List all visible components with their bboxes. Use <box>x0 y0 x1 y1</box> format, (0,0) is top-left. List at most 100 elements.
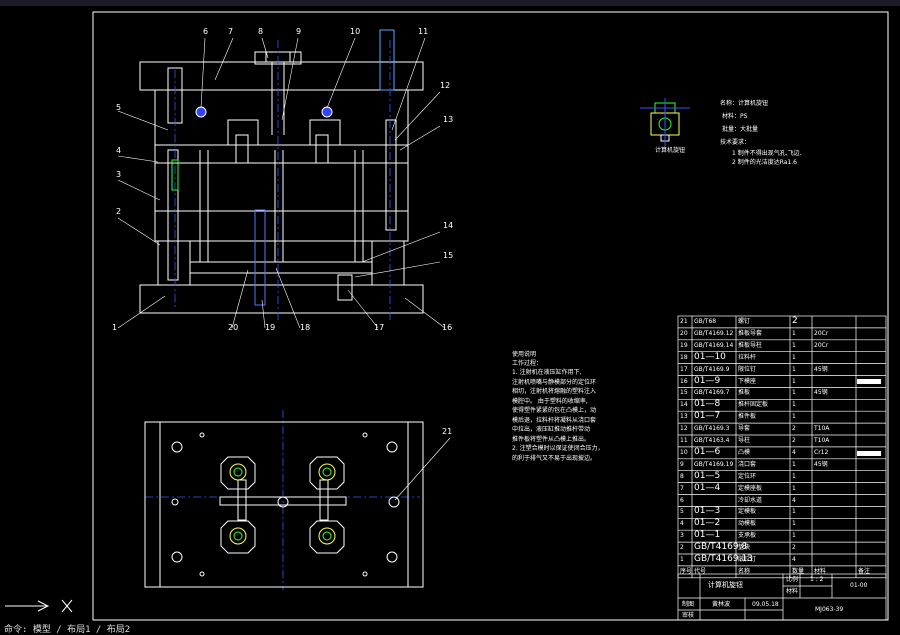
material-label: 材料 <box>786 588 799 595</box>
part-label-14: 14 <box>443 221 454 230</box>
bom-cell-name: 浇口套 <box>738 460 757 468</box>
bom-cell-code: 01—10 <box>694 351 726 362</box>
bom-cell-code: GB/T4169.7 <box>694 389 730 397</box>
bom-cell-qty: 1 <box>792 365 796 373</box>
bom-cell-name: 凸模 <box>738 448 751 456</box>
bom-cell-qty: 1 <box>792 520 796 528</box>
bom-cell-qty: 4 <box>792 448 796 456</box>
cavity-br <box>309 520 345 554</box>
bom-cell-mat: Cr12 <box>814 448 829 456</box>
part-label-19: 19 <box>265 323 276 332</box>
bom-cell-qty: 1 <box>792 484 796 492</box>
part-material: 材料：PS <box>722 113 748 120</box>
part-label-17: 17 <box>374 323 385 332</box>
bom-cell-name: 限位钉 <box>738 556 757 563</box>
part-label-1: 1 <box>112 323 118 332</box>
scale-label: 比例 <box>786 576 799 583</box>
bom-cell-code: 01—7 <box>694 411 721 422</box>
bom-cell-code: 01—9 <box>694 375 721 386</box>
bom-cell-name: 定模板 <box>738 508 757 516</box>
bom-cell-qty: 1 <box>792 532 796 540</box>
bom-cell-code: GB/T4163.4 <box>694 437 730 444</box>
part-label-18: 18 <box>300 323 311 332</box>
bom-cell-mat: 45钢 <box>814 389 828 397</box>
bom-cell-mat: 材料 <box>814 567 827 575</box>
bom-cell-qty: 1 <box>792 413 796 421</box>
usage-line: 模腔中。 由于塑料的收缩率, <box>512 397 588 405</box>
part-label-6: 6 <box>203 27 209 36</box>
bom-marker-10 <box>857 451 881 456</box>
bom-cell-no: 5 <box>680 508 684 516</box>
bottom-clamp-plate <box>139 284 424 314</box>
part-label-12: 12 <box>440 81 451 90</box>
bom-cell-name: 冷却水道 <box>738 496 763 504</box>
usage-line: 1. 注射机在液压缸作用下, <box>512 369 582 376</box>
bom-cell-qty: 1 <box>792 353 796 361</box>
bom-cell-note: 备注 <box>858 567 871 575</box>
bom-cell-no: 14 <box>680 401 688 409</box>
bom-marker-16 <box>857 379 881 384</box>
bom-cell-mat: T10A <box>814 437 830 444</box>
bom-cell-no: 4 <box>680 520 684 528</box>
cavity-tr <box>309 456 345 490</box>
bom-cell-no: 19 <box>680 341 688 349</box>
usage-line: 推件板将塑件从凸模上推出。 <box>512 435 591 443</box>
bom-cell-no: 20 <box>680 329 688 337</box>
center-lines <box>145 40 420 590</box>
bom-cell-no: 16 <box>680 377 688 385</box>
bom-cell-code: 01—1 <box>694 530 721 541</box>
bom-cell-qty: 1 <box>792 472 796 480</box>
drawn-by: 黄林波 <box>712 601 731 608</box>
bom-cell-qty: 2 <box>792 425 796 433</box>
bom-cell-qty: 1 <box>792 508 796 516</box>
bom-cell-no: 18 <box>680 353 688 361</box>
bom-cell-qty: 数量 <box>792 567 805 575</box>
part-label-5: 5 <box>116 103 122 112</box>
ejector-retainer-plate <box>189 261 373 274</box>
support-plate <box>154 210 409 242</box>
usage-line: 的利于排气又不易于出现披边。 <box>512 454 597 462</box>
draw-date: 09.05.18 <box>752 601 779 608</box>
bom-cell-no: 9 <box>680 460 684 468</box>
bom-cell-name: 垫块 <box>738 544 751 552</box>
moving-plate <box>154 162 409 212</box>
part-label-10: 10 <box>350 27 361 36</box>
bom-cell-qty: 2 <box>792 316 798 326</box>
bom-cell-name: 推杆固定板 <box>738 401 769 409</box>
bom-cell-no: 10 <box>680 448 688 456</box>
bom-cell-code: GB/T68 <box>694 318 717 325</box>
bom-cell-no: 12 <box>680 425 688 433</box>
fixed-plate <box>154 89 409 146</box>
bom-cell-qty: 4 <box>792 556 796 563</box>
bom-cell-code: GB/T4169.3 <box>694 425 730 433</box>
bom-cell-name: 导套 <box>738 425 751 433</box>
bom-cell-qty: 2 <box>792 544 796 552</box>
bom-cell-name: 下模座 <box>738 377 757 385</box>
tech-req-1: 1 制件不得出现气孔,飞边. <box>732 150 802 157</box>
bom-cell-no: 7 <box>680 484 684 492</box>
part-label-8: 8 <box>258 27 264 36</box>
bom-cell-name: 支承板 <box>738 532 757 540</box>
bom-cell-mat: T10A <box>814 425 830 433</box>
part-label-3: 3 <box>116 170 122 179</box>
tech-req-2: 2 制件的光洁度达Ra1.6 <box>732 159 797 166</box>
bom-cell-mat: 45钢 <box>814 460 828 468</box>
bom-cell-no: 1 <box>680 556 684 563</box>
mold-section-view <box>139 29 424 314</box>
part-label-9: 9 <box>296 27 302 36</box>
part-label-16: 16 <box>442 323 453 332</box>
ucs-icon <box>5 599 73 613</box>
bom-cell-no: 15 <box>680 389 688 397</box>
bom-cell-code: GB/T4169.9 <box>694 365 730 373</box>
bom-cell-qty: 2 <box>792 437 796 444</box>
bom-cell-code: 01—8 <box>694 399 721 410</box>
bom-cell-qty: 1 <box>792 329 796 337</box>
drawing-code: MJ063-39 <box>815 606 844 613</box>
bom-cell-no: 2 <box>680 544 684 552</box>
command-line[interactable]: 命令: 模型 / 布局1 / 布局2 <box>4 622 130 635</box>
bom-cell-name: 定模座板 <box>738 484 763 492</box>
cad-drawing-canvas[interactable] <box>0 0 900 632</box>
bom-cell-name: 推板导柱 <box>738 341 763 349</box>
bom-cell-mat: 20Cr <box>814 329 829 337</box>
bom-cell-code: GB/T4169.12 <box>694 329 734 337</box>
